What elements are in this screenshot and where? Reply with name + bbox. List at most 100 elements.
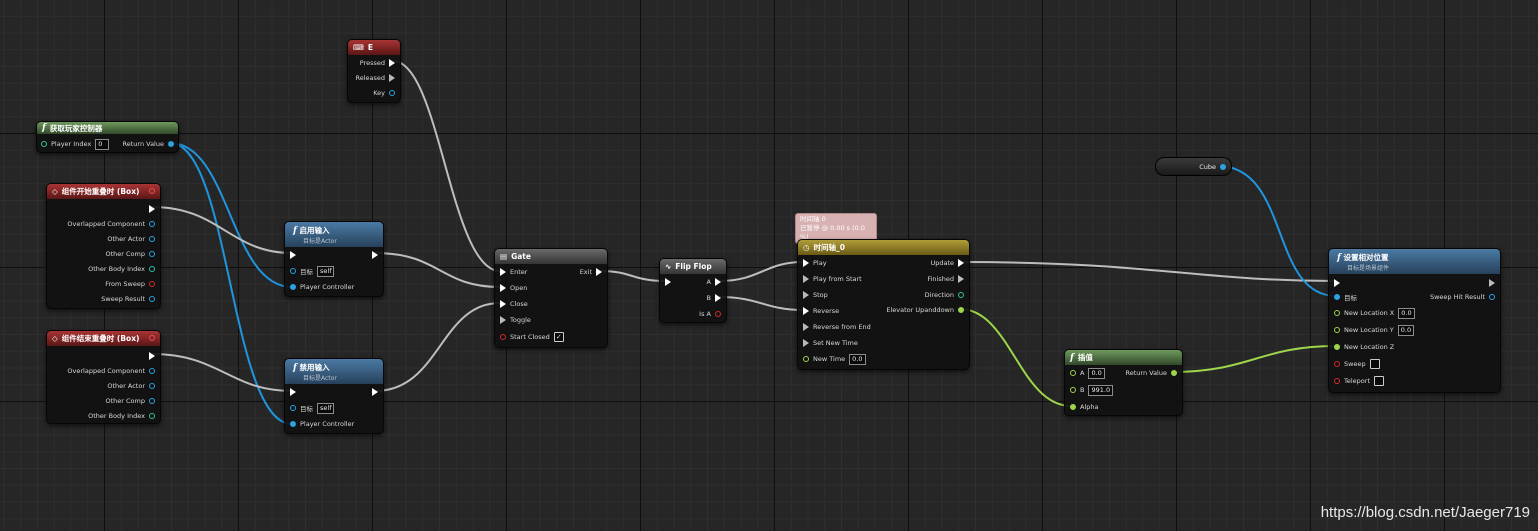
bool-pin-icon	[1334, 361, 1340, 367]
pin-direction[interactable]: Direction	[925, 289, 964, 301]
bool-pin-icon	[149, 281, 155, 287]
pin-exec-out[interactable]	[372, 386, 378, 398]
pin-player-index[interactable]: Player Index 0	[41, 138, 110, 150]
pin-open[interactable]: Open	[500, 282, 527, 294]
pin-new-location-y[interactable]: New Location Y 0.0	[1334, 324, 1415, 336]
pin-label: B	[706, 294, 711, 302]
pin-is-a[interactable]: Is A	[699, 308, 721, 320]
pin-new-time[interactable]: New Time 0.0	[803, 353, 866, 365]
pin-sweep[interactable]: Sweep	[1334, 358, 1380, 370]
pin-label: Other Actor	[107, 235, 145, 243]
end-overlap-event-node[interactable]: ◇ 组件结束重叠时 (Box) Overlapped Component Othe…	[46, 330, 161, 424]
float-pin-icon	[1334, 310, 1340, 316]
exec-in-icon	[500, 284, 506, 292]
a-value-input[interactable]: 0.0	[1088, 367, 1105, 379]
pin-overlapped-component[interactable]: Overlapped Component	[67, 365, 155, 377]
exec-out-icon	[372, 388, 378, 396]
pin-stop[interactable]: Stop	[803, 289, 828, 301]
wire-controller-to-disable-input	[169, 142, 293, 425]
pin-player-controller[interactable]: Player Controller	[290, 418, 354, 430]
float-pin-icon	[1334, 327, 1340, 333]
pin-pressed[interactable]: Pressed	[360, 57, 395, 69]
pin-set-new-time[interactable]: Set New Time	[803, 337, 858, 349]
object-pin-icon	[290, 405, 296, 411]
pin-sweep-hit-result[interactable]: Sweep Hit Result	[1430, 291, 1495, 303]
new-location-y-input[interactable]: 0.0	[1397, 324, 1415, 336]
pin-return-value[interactable]: Return Value	[1126, 367, 1177, 379]
pin-other-body-index[interactable]: Other Body Index	[88, 410, 155, 422]
pin-exec-in[interactable]	[1334, 277, 1340, 289]
pin-key[interactable]: Key	[373, 87, 395, 99]
pin-new-location-z[interactable]: New Location Z	[1334, 341, 1394, 353]
pin-b[interactable]: B 991.0	[1070, 384, 1114, 396]
pin-sweep-result[interactable]: Sweep Result	[101, 293, 155, 305]
pin-label: Other Comp	[105, 250, 146, 258]
pin-play[interactable]: Play	[803, 257, 827, 269]
player-index-input[interactable]: 0	[95, 138, 110, 150]
pin-reverse[interactable]: Reverse	[803, 305, 839, 317]
pin-target[interactable]: 目标 self	[290, 402, 335, 414]
pin-a[interactable]: A 0.0	[1070, 367, 1105, 379]
new-time-input[interactable]: 0.0	[849, 353, 866, 365]
pin-label: Exit	[579, 268, 592, 276]
pin-new-location-x[interactable]: New Location X 0.0	[1334, 307, 1415, 319]
begin-overlap-event-node[interactable]: ◇ 组件开始重叠时 (Box) Overlapped Component Othe…	[46, 183, 161, 309]
enable-input-node[interactable]: f 启用输入 目标是Actor 目标 self Player Controller	[284, 221, 384, 297]
pin-from-sweep[interactable]: From Sweep	[105, 278, 155, 290]
pin-exit[interactable]: Exit	[580, 266, 602, 278]
pin-released[interactable]: Released	[355, 72, 395, 84]
disable-input-node[interactable]: f 禁用输入 目标是Actor 目标 self Player Controller	[284, 358, 384, 434]
pin-other-actor[interactable]: Other Actor	[107, 380, 155, 392]
set-relative-location-node[interactable]: f 设置相对位置 目标是场景组件 目标 Sweep Hit Result New …	[1328, 248, 1501, 393]
float-pin-icon	[1171, 370, 1177, 376]
pin-exec-out[interactable]	[372, 249, 378, 261]
pin-close[interactable]: Close	[500, 298, 528, 310]
pin-play-from-start[interactable]: Play from Start	[803, 273, 862, 285]
timeline-node[interactable]: ◷ 时间轴_0 Play Update Play from Start Finis…	[797, 239, 970, 370]
pin-exec-in[interactable]	[290, 249, 296, 261]
pin-label: Pressed	[359, 59, 385, 67]
node-title: Flip Flop	[675, 262, 712, 271]
sweep-checkbox[interactable]	[1369, 359, 1380, 369]
pin-label: Player Controller	[300, 420, 355, 428]
pin-finished[interactable]: Finished	[927, 273, 964, 285]
pin-other-body-index[interactable]: Other Body Index	[88, 263, 155, 275]
pin-reverse-from-end[interactable]: Reverse from End	[803, 321, 871, 333]
pin-label: Alpha	[1080, 403, 1099, 411]
new-location-x-input[interactable]: 0.0	[1398, 307, 1415, 319]
pin-return-value[interactable]: Return Value	[123, 138, 174, 150]
pin-toggle[interactable]: Toggle	[500, 314, 531, 326]
gate-node[interactable]: ▤ Gate Enter Exit Open Close Toggle Start…	[494, 248, 608, 348]
b-value-input[interactable]: 991.0	[1088, 384, 1114, 396]
pin-target[interactable]: 目标 self	[290, 265, 335, 277]
pin-player-controller[interactable]: Player Controller	[290, 281, 354, 293]
pin-b[interactable]: B	[707, 292, 721, 304]
pin-alpha[interactable]: Alpha	[1070, 401, 1098, 413]
pin-exec-in[interactable]	[665, 276, 671, 288]
pin-other-comp[interactable]: Other Comp	[105, 248, 155, 260]
pin-exec-out[interactable]	[149, 203, 155, 215]
pin-exec-out[interactable]	[1489, 277, 1495, 289]
pin-teleport[interactable]: Teleport	[1334, 375, 1384, 387]
pin-enter[interactable]: Enter	[500, 266, 527, 278]
start-closed-checkbox[interactable]: ✓	[553, 332, 564, 342]
exec-in-icon	[290, 388, 296, 396]
flip-flop-node[interactable]: ∿ Flip Flop A B Is A	[659, 258, 727, 323]
lerp-node[interactable]: f 插值 A 0.0 Return Value B 991.0 Alpha	[1064, 349, 1183, 416]
key-e-event-node[interactable]: ⌨ E Pressed Released Key	[347, 39, 401, 103]
pin-overlapped-component[interactable]: Overlapped Component	[67, 218, 155, 230]
pin-exec-in[interactable]	[290, 386, 296, 398]
pin-a[interactable]: A	[707, 276, 721, 288]
cube-variable-node[interactable]: Cube	[1155, 157, 1232, 176]
pin-label: 目标	[1344, 294, 1357, 302]
teleport-checkbox[interactable]	[1374, 376, 1384, 386]
pin-elevator-upanddown[interactable]: Elevator Upanddown	[886, 304, 964, 316]
pin-target[interactable]: 目标	[1334, 291, 1357, 303]
pin-other-actor[interactable]: Other Actor	[107, 233, 155, 245]
get-player-controller-node[interactable]: f 获取玩家控制器 Player Index 0 Return Value	[36, 121, 179, 153]
pin-other-comp[interactable]: Other Comp	[106, 395, 155, 407]
pin-update[interactable]: Update	[930, 257, 964, 269]
object-pin-icon[interactable]	[1220, 163, 1226, 170]
pin-exec-out[interactable]	[149, 350, 155, 362]
pin-start-closed[interactable]: Start Closed ✓	[500, 331, 564, 343]
